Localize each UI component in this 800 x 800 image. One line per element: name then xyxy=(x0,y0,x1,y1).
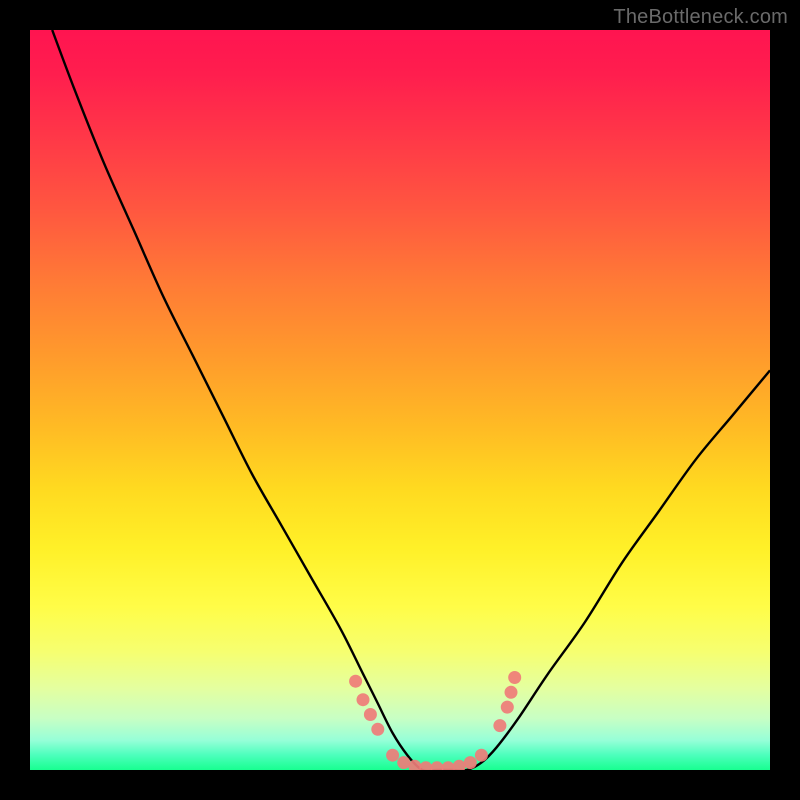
trough-marker xyxy=(508,671,521,684)
trough-marker xyxy=(501,701,514,714)
trough-marker xyxy=(475,749,488,762)
bottleneck-curve-path xyxy=(52,30,770,770)
trough-marker xyxy=(419,761,432,770)
trough-marker xyxy=(431,761,444,770)
chart-svg xyxy=(30,30,770,770)
trough-marker xyxy=(453,760,466,770)
trough-marker xyxy=(505,686,518,699)
plot-area xyxy=(30,30,770,770)
trough-marker xyxy=(364,708,377,721)
trough-marker xyxy=(357,693,370,706)
trough-marker xyxy=(408,760,421,770)
trough-marker xyxy=(371,723,384,736)
trough-marker xyxy=(493,719,506,732)
trough-marker xyxy=(349,675,362,688)
trough-marker xyxy=(386,749,399,762)
trough-markers xyxy=(349,671,521,770)
trough-marker xyxy=(397,756,410,769)
trough-marker xyxy=(442,761,455,770)
trough-marker xyxy=(464,756,477,769)
outer-frame: TheBottleneck.com xyxy=(0,0,800,800)
watermark-text: TheBottleneck.com xyxy=(613,6,788,29)
